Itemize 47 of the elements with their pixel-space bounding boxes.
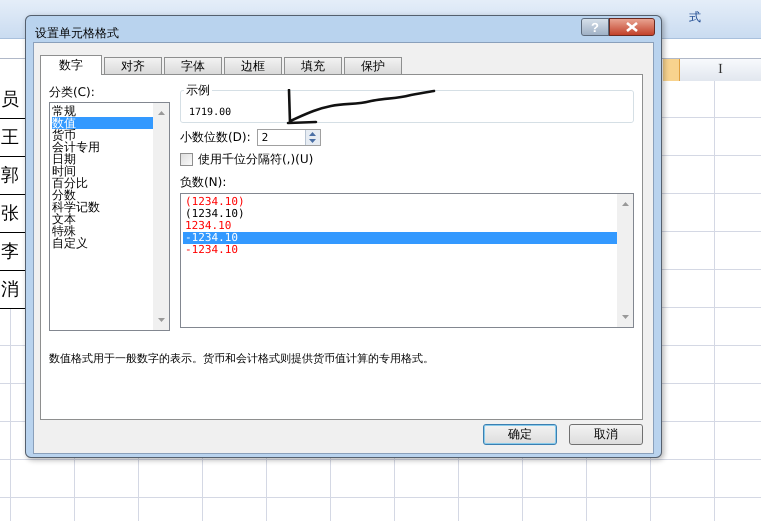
tab[interactable]: 对齐 bbox=[104, 57, 162, 74]
category-item[interactable]: 常规 bbox=[52, 105, 153, 117]
dialog-button[interactable]: 确定 bbox=[483, 424, 557, 445]
checkbox[interactable] bbox=[180, 153, 193, 166]
up-arrow-icon bbox=[309, 132, 316, 136]
category-item[interactable]: 日期 bbox=[52, 153, 153, 165]
close-button[interactable] bbox=[609, 18, 655, 36]
category-item[interactable]: 文本 bbox=[52, 213, 153, 225]
category-item[interactable]: 分数 bbox=[52, 189, 153, 201]
negative-label: 负数(N): bbox=[180, 174, 228, 191]
category-item[interactable]: 自定义 bbox=[52, 237, 153, 249]
close-icon bbox=[625, 22, 639, 32]
decimals-label: 小数位数(D): bbox=[180, 129, 251, 146]
window-title: 设置单元格格式 bbox=[35, 25, 119, 42]
tab[interactable]: 数字 bbox=[40, 55, 102, 75]
category-item[interactable]: 科学记数 bbox=[52, 201, 153, 213]
category-item[interactable]: 百分比 bbox=[52, 177, 153, 189]
down-arrow-icon bbox=[309, 139, 316, 144]
decimals-field[interactable]: 2 bbox=[256, 129, 321, 146]
category-label: 分类(C): bbox=[49, 84, 96, 101]
scroll-up-icon bbox=[158, 111, 164, 115]
sample-value: 1719.00 bbox=[189, 107, 232, 118]
ribbon-label: 式 bbox=[689, 9, 701, 26]
scrollbar[interactable] bbox=[617, 194, 633, 327]
scroll-up-icon bbox=[622, 202, 628, 206]
spin-button[interactable] bbox=[304, 130, 320, 145]
column-header[interactable]: I bbox=[680, 59, 761, 81]
format-item[interactable]: (1234.10) bbox=[183, 208, 617, 220]
column-header[interactable] bbox=[663, 59, 680, 81]
category-item[interactable]: 货币 bbox=[52, 129, 153, 141]
dialog-button[interactable]: 取消 bbox=[569, 424, 643, 445]
category-item[interactable]: 特殊 bbox=[52, 225, 153, 237]
format-item[interactable]: 1234.10 bbox=[183, 220, 617, 232]
category-item[interactable]: 时间 bbox=[52, 165, 153, 177]
category-item[interactable]: 会计专用 bbox=[52, 141, 153, 153]
group-legend: 示例 bbox=[184, 82, 212, 99]
tab[interactable]: 填充 bbox=[284, 57, 342, 74]
tab[interactable]: 保护 bbox=[344, 57, 402, 74]
tab[interactable]: 边框 bbox=[224, 57, 282, 74]
format-item[interactable]: (1234.10) bbox=[183, 196, 617, 208]
scroll-down-icon bbox=[622, 315, 628, 319]
scroll-down-icon bbox=[158, 318, 164, 322]
description-text: 数值格式用于一般数字的表示。货币和会计格式则提供货币值计算的专用格式。 bbox=[49, 351, 435, 366]
tab[interactable]: 字体 bbox=[164, 57, 222, 74]
scrollbar[interactable] bbox=[153, 103, 169, 330]
format-item[interactable]: -1234.10 bbox=[183, 244, 617, 256]
checkbox-label: 使用千位分隔符(,)(U) bbox=[198, 151, 314, 168]
